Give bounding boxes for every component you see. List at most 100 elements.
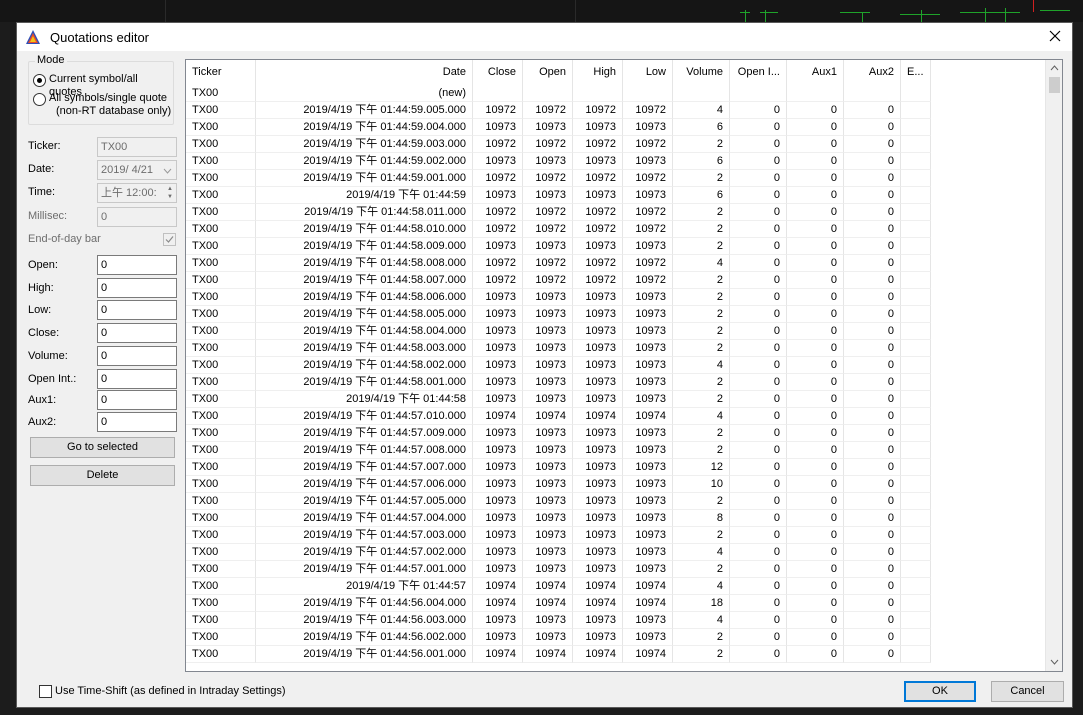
table-row[interactable]: TX00 2019/4/19 下午 01:44:56.001.000 10974 10… xyxy=(186,646,1046,663)
ok-button[interactable]: OK xyxy=(904,681,976,702)
cell-extra xyxy=(901,425,931,442)
column-header-open-int[interactable]: Open I... xyxy=(730,60,787,85)
mode-radio-all-symbols[interactable]: All symbols/single quote (non-RT databas… xyxy=(33,92,171,118)
cell-volume: 2 xyxy=(673,442,730,459)
table-row[interactable]: TX00 2019/4/19 下午 01:44:57.006.000 10973 10… xyxy=(186,476,1046,493)
column-header-aux2[interactable]: Aux2 xyxy=(844,60,901,85)
column-header-high[interactable]: High xyxy=(573,60,623,85)
table-row[interactable]: TX00 2019/4/19 下午 01:44:56.004.000 10974 10… xyxy=(186,595,1046,612)
time-shift-label: Use Time-Shift (as defined in Intraday S… xyxy=(55,685,286,697)
cell-extra xyxy=(901,272,931,289)
delete-button[interactable]: Delete xyxy=(30,465,175,486)
cell-aux1 xyxy=(787,85,844,102)
table-row[interactable]: TX00 2019/4/19 下午 01:44:57.007.000 10973 10… xyxy=(186,459,1046,476)
cell-ticker: TX00 xyxy=(186,374,256,391)
ticker-field[interactable]: TX00 xyxy=(97,137,177,157)
cell-close: 10973 xyxy=(473,187,523,204)
close-icon xyxy=(1049,30,1061,45)
background-chart-tick xyxy=(921,10,922,22)
table-row[interactable]: TX00 2019/4/19 下午 01:44:58.010.000 10972 10… xyxy=(186,221,1046,238)
table-row[interactable]: TX00 2019/4/19 下午 01:44:59 10973 10973 10973… xyxy=(186,187,1046,204)
cell-high: 10973 xyxy=(573,425,623,442)
cell-low: 10974 xyxy=(623,646,673,663)
table-row[interactable]: TX00 2019/4/19 下午 01:44:58.007.000 10972 10… xyxy=(186,272,1046,289)
table-row[interactable]: TX00 2019/4/19 下午 01:44:57 10974 10974 10974… xyxy=(186,578,1046,595)
cancel-button[interactable]: Cancel xyxy=(991,681,1064,702)
cell-high: 10973 xyxy=(573,527,623,544)
table-row[interactable]: TX00 2019/4/19 下午 01:44:59.001.000 10972 10… xyxy=(186,170,1046,187)
low-field[interactable]: 0 xyxy=(97,300,177,320)
table-row[interactable]: TX00 (new) xyxy=(186,85,1046,102)
cell-high: 10974 xyxy=(573,595,623,612)
background-chart-tick xyxy=(900,14,940,15)
time-picker[interactable]: 上午 12:00: ▲ ▼ xyxy=(97,183,177,203)
aux1-field[interactable]: 0 xyxy=(97,390,177,410)
vertical-scrollbar[interactable] xyxy=(1045,60,1062,671)
table-row[interactable]: TX00 2019/4/19 下午 01:44:59.005.000 10972 10… xyxy=(186,102,1046,119)
spinner-arrows-icon[interactable]: ▲ ▼ xyxy=(165,185,175,201)
date-picker[interactable]: 2019/ 4/21 xyxy=(97,160,177,180)
cell-open: 10973 xyxy=(523,544,573,561)
table-row[interactable]: TX00 2019/4/19 下午 01:44:57.001.000 10973 10… xyxy=(186,561,1046,578)
table-row[interactable]: TX00 2019/4/19 下午 01:44:58.005.000 10973 10… xyxy=(186,306,1046,323)
table-row[interactable]: TX00 2019/4/19 下午 01:44:57.004.000 10973 10… xyxy=(186,510,1046,527)
column-header-ticker[interactable]: Ticker xyxy=(186,60,256,85)
scroll-down-icon[interactable] xyxy=(1046,654,1062,671)
scroll-up-icon[interactable] xyxy=(1046,60,1062,77)
low-label: Low: xyxy=(28,304,52,316)
millisec-field[interactable]: 0 xyxy=(97,207,177,227)
column-header-volume[interactable]: Volume xyxy=(673,60,730,85)
table-row[interactable]: TX00 2019/4/19 下午 01:44:59.003.000 10972 10… xyxy=(186,136,1046,153)
table-row[interactable]: TX00 2019/4/19 下午 01:44:57.002.000 10973 10… xyxy=(186,544,1046,561)
table-row[interactable]: TX00 2019/4/19 下午 01:44:58.011.000 10972 10… xyxy=(186,204,1046,221)
open-field[interactable]: 0 xyxy=(97,255,177,275)
table-row[interactable]: TX00 2019/4/19 下午 01:44:58.002.000 10973 10… xyxy=(186,357,1046,374)
table-row[interactable]: TX00 2019/4/19 下午 01:44:58.008.000 10972 10… xyxy=(186,255,1046,272)
go-to-selected-button[interactable]: Go to selected xyxy=(30,437,175,458)
cell-date: 2019/4/19 下午 01:44:57.002.000 xyxy=(256,544,473,561)
cell-low: 10973 xyxy=(623,374,673,391)
close-button[interactable] xyxy=(1038,23,1072,51)
table-row[interactable]: TX00 2019/4/19 下午 01:44:58.006.000 10973 10… xyxy=(186,289,1046,306)
column-header-close[interactable]: Close xyxy=(473,60,523,85)
table-row[interactable]: TX00 2019/4/19 下午 01:44:56.003.000 10973 10… xyxy=(186,612,1046,629)
column-header-open[interactable]: Open xyxy=(523,60,573,85)
column-header-low[interactable]: Low xyxy=(623,60,673,85)
table-row[interactable]: TX00 2019/4/19 下午 01:44:58.009.000 10973 10… xyxy=(186,238,1046,255)
cell-low: 10973 xyxy=(623,510,673,527)
table-row[interactable]: TX00 2019/4/19 下午 01:44:56.002.000 10973 10… xyxy=(186,629,1046,646)
cell-extra xyxy=(901,170,931,187)
volume-field[interactable]: 0 xyxy=(97,346,177,366)
table-row[interactable]: TX00 2019/4/19 下午 01:44:58 10973 10973 10973… xyxy=(186,391,1046,408)
scrollbar-thumb[interactable] xyxy=(1049,77,1060,93)
time-shift-checkbox[interactable] xyxy=(39,685,52,698)
table-row[interactable]: TX00 2019/4/19 下午 01:44:59.002.000 10973 10… xyxy=(186,153,1046,170)
column-header-date[interactable]: Date xyxy=(256,60,473,85)
cell-aux2: 0 xyxy=(844,578,901,595)
open-interest-field[interactable]: 0 xyxy=(97,369,177,389)
column-header-aux1[interactable]: Aux1 xyxy=(787,60,844,85)
table-row[interactable]: TX00 2019/4/19 下午 01:44:57.008.000 10973 10… xyxy=(186,442,1046,459)
cell-high: 10973 xyxy=(573,391,623,408)
table-row[interactable]: TX00 2019/4/19 下午 01:44:57.009.000 10973 10… xyxy=(186,425,1046,442)
cell-ticker: TX00 xyxy=(186,119,256,136)
aux2-field[interactable]: 0 xyxy=(97,412,177,432)
cell-open-int: 0 xyxy=(730,578,787,595)
table-row[interactable]: TX00 2019/4/19 下午 01:44:58.003.000 10973 10… xyxy=(186,340,1046,357)
cell-volume: 2 xyxy=(673,136,730,153)
cell-extra xyxy=(901,153,931,170)
cell-close: 10973 xyxy=(473,289,523,306)
cell-aux1: 0 xyxy=(787,578,844,595)
table-row[interactable]: TX00 2019/4/19 下午 01:44:58.004.000 10973 10… xyxy=(186,323,1046,340)
table-row[interactable]: TX00 2019/4/19 下午 01:44:58.001.000 10973 10… xyxy=(186,374,1046,391)
close-price-field[interactable]: 0 xyxy=(97,323,177,343)
table-row[interactable]: TX00 2019/4/19 下午 01:44:59.004.000 10973 10… xyxy=(186,119,1046,136)
column-header-extra[interactable]: E... xyxy=(901,60,931,85)
table-row[interactable]: TX00 2019/4/19 下午 01:44:57.010.000 10974 10… xyxy=(186,408,1046,425)
table-row[interactable]: TX00 2019/4/19 下午 01:44:57.005.000 10973 10… xyxy=(186,493,1046,510)
cell-high: 10973 xyxy=(573,153,623,170)
cell-date: 2019/4/19 下午 01:44:56.002.000 xyxy=(256,629,473,646)
eod-bar-checkbox[interactable] xyxy=(163,233,176,246)
table-row[interactable]: TX00 2019/4/19 下午 01:44:57.003.000 10973 10… xyxy=(186,527,1046,544)
high-field[interactable]: 0 xyxy=(97,278,177,298)
